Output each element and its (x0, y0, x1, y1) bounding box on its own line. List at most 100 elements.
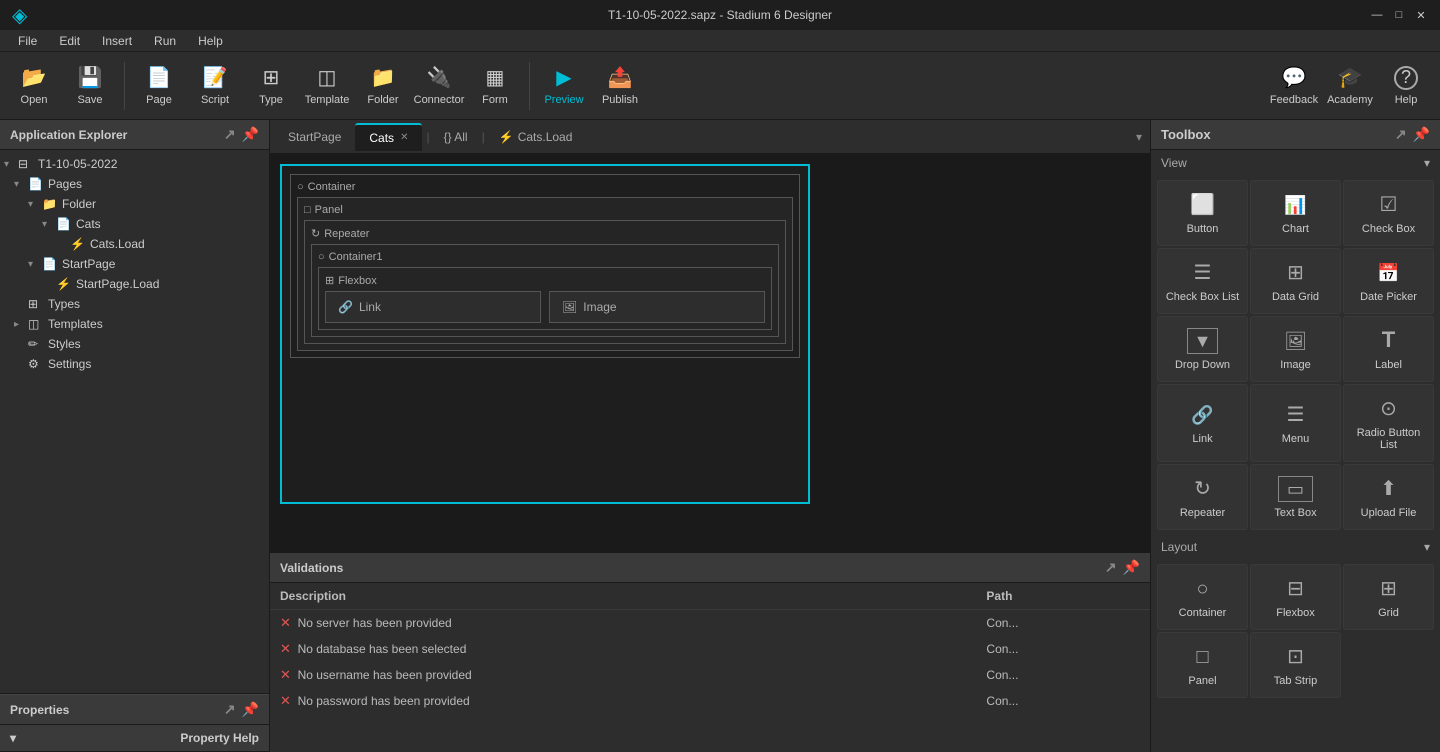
toolbox-chart[interactable]: Chart (1250, 180, 1341, 246)
menu-run[interactable]: Run (144, 32, 186, 50)
toolbox-image[interactable]: Image (1250, 316, 1341, 382)
app-explorer-header: Application Explorer ↗ 📌 (0, 120, 269, 150)
flexbox-toolbox-label: Flexbox (1276, 607, 1315, 619)
toolbar-sep2 (529, 62, 530, 110)
maximize-button[interactable]: □ (1392, 8, 1406, 22)
repeater-icon: ↻ (311, 227, 320, 240)
toolbar-folder[interactable]: 📁 Folder (357, 56, 409, 116)
tree-label-startpageload: StartPage.Load (76, 277, 159, 291)
tree-item-styles[interactable]: ✏ Styles (0, 334, 269, 354)
toolbox-flexbox[interactable]: Flexbox (1250, 564, 1341, 630)
toolbar-type[interactable]: ⊞ Type (245, 56, 297, 116)
tree-item-catsload[interactable]: ⚡ Cats.Load (0, 234, 269, 254)
toolbox-panel[interactable]: Panel (1157, 632, 1248, 698)
toolbar-help[interactable]: ? Help (1380, 56, 1432, 116)
link-icon: 🔗 (338, 300, 353, 314)
tree-item-templates[interactable]: ▸ ◫ Templates (0, 314, 269, 334)
toolbar-template[interactable]: ◫ Template (301, 56, 353, 116)
property-help-header[interactable]: ▾ Property Help (0, 725, 269, 752)
left-panel: Application Explorer ↗ 📌 ▾ ⊟ T1-10-05-20… (0, 120, 270, 752)
toolbox-section-view[interactable]: View ▾ (1151, 150, 1440, 176)
toolbar-form[interactable]: ▦ Form (469, 56, 521, 116)
toolbar-script[interactable]: 📝 Script (189, 56, 241, 116)
toolbox-tabstrip[interactable]: Tab Strip (1250, 632, 1341, 698)
toolbox-datagrid[interactable]: Data Grid (1250, 248, 1341, 314)
canvas-image[interactable]: 🖼 Image (549, 291, 765, 323)
tree-item-root[interactable]: ▾ ⊟ T1-10-05-2022 (0, 154, 269, 174)
tree-item-startpage[interactable]: ▾ 📄 StartPage (0, 254, 269, 274)
toolbar-publish[interactable]: 📤 Publish (594, 56, 646, 116)
toolbox-container[interactable]: Container (1157, 564, 1248, 630)
tree-label-folder: Folder (62, 197, 96, 211)
validations-expand-icon[interactable]: ↗ (1105, 559, 1117, 576)
toolbox-uploadfile[interactable]: Upload File (1343, 464, 1434, 530)
toolbox-pin-icon[interactable]: 📌 (1413, 126, 1430, 143)
tab-cats-close[interactable]: ✕ (400, 132, 408, 143)
toolbar-page[interactable]: 📄 Page (133, 56, 185, 116)
toolbar-connector[interactable]: 🔌 Connector (413, 56, 465, 116)
tabs-collapse-btn[interactable]: ▾ (1132, 126, 1146, 148)
toolbar-save[interactable]: 💾 Save (64, 56, 116, 116)
canvas-flexbox[interactable]: ⊞ Flexbox 🔗 Link (318, 267, 772, 330)
close-button[interactable]: ✕ (1414, 8, 1428, 22)
menu-insert[interactable]: Insert (92, 32, 142, 50)
menu-edit[interactable]: Edit (49, 32, 90, 50)
panel-label: □ Panel (304, 204, 786, 216)
toolbox-label[interactable]: Label (1343, 316, 1434, 382)
tree-item-settings[interactable]: ⚙ Settings (0, 354, 269, 374)
canvas-repeater[interactable]: ↻ Repeater ○ Container1 (304, 220, 786, 344)
canvas-link[interactable]: 🔗 Link (325, 291, 541, 323)
tab-startpage[interactable]: StartPage (274, 124, 355, 150)
toolbox-radiobtnlist[interactable]: Radio Button List (1343, 384, 1434, 462)
textbox-label: Text Box (1274, 507, 1316, 519)
toolbox-menu[interactable]: Menu (1250, 384, 1341, 462)
styles-icon: ✏ (28, 337, 44, 351)
connector-icon: 🔌 (427, 65, 452, 90)
tab-all[interactable]: {} All (434, 126, 478, 148)
toolbox-link[interactable]: Link (1157, 384, 1248, 462)
menu-help[interactable]: Help (188, 32, 233, 50)
toolbox-grid[interactable]: Grid (1343, 564, 1434, 630)
tree-item-types[interactable]: ⊞ Types (0, 294, 269, 314)
radiobtnlist-label: Radio Button List (1348, 427, 1429, 451)
properties-pin-icon[interactable]: 📌 (242, 701, 259, 718)
tree-label-settings: Settings (48, 357, 91, 371)
menu-file[interactable]: File (8, 32, 47, 50)
toolbox-dropdown[interactable]: Drop Down (1157, 316, 1248, 382)
toolbar-template-label: Template (305, 94, 350, 106)
tree-item-pages[interactable]: ▾ 📄 Pages (0, 174, 269, 194)
uploadfile-icon (1380, 475, 1397, 501)
canvas-container1[interactable]: ○ Container1 ⊞ Flexbox (311, 244, 779, 337)
toolbox-checkbox[interactable]: Check Box (1343, 180, 1434, 246)
toolbar-feedback[interactable]: 💬 Feedback (1268, 56, 1320, 116)
toolbar-right: 💬 Feedback 🎓 Academy ? Help (1268, 56, 1432, 116)
toolbar-open[interactable]: 📂 Open (8, 56, 60, 116)
toolbar-preview[interactable]: ▶ Preview (538, 56, 590, 116)
toolbox-expand-icon[interactable]: ↗ (1395, 126, 1407, 143)
app-explorer-pin-icon[interactable]: 📌 (242, 126, 259, 143)
button-icon (1190, 191, 1215, 217)
toolbox-button[interactable]: Button (1157, 180, 1248, 246)
toolbox-repeater[interactable]: Repeater (1157, 464, 1248, 530)
toolbox-checkboxlist[interactable]: Check Box List (1157, 248, 1248, 314)
toolbox-textbox[interactable]: Text Box (1250, 464, 1341, 530)
tree-item-cats[interactable]: ▾ 📄 Cats (0, 214, 269, 234)
app-explorer-expand-icon[interactable]: ↗ (224, 126, 236, 143)
tab-catsload[interactable]: ⚡ Cats.Load (489, 126, 583, 148)
validations-pin-icon[interactable]: 📌 (1123, 559, 1140, 576)
canvas-panel[interactable]: □ Panel ↻ Repeater ○ (297, 197, 793, 351)
tree-item-startpageload[interactable]: ⚡ StartPage.Load (0, 274, 269, 294)
tree-label-root: T1-10-05-2022 (38, 157, 117, 171)
col-path: Path (976, 583, 1150, 610)
toolbox-datepicker[interactable]: Date Picker (1343, 248, 1434, 314)
toolbox-section-layout[interactable]: Layout ▾ (1151, 534, 1440, 560)
tree-container: ▾ ⊟ T1-10-05-2022 ▾ 📄 Pages ▾ 📁 Folder ▾… (0, 150, 269, 693)
toolbar-publish-label: Publish (602, 94, 638, 106)
toolbar-academy[interactable]: 🎓 Academy (1324, 56, 1376, 116)
tree-item-folder[interactable]: ▾ 📁 Folder (0, 194, 269, 214)
title-bar: ◈ T1-10-05-2022.sapz - Stadium 6 Designe… (0, 0, 1440, 30)
properties-expand-icon[interactable]: ↗ (224, 701, 236, 718)
tab-cats[interactable]: Cats ✕ (355, 123, 422, 151)
canvas-container[interactable]: ○ Container □ Panel ↻ Repeat (290, 174, 800, 358)
minimize-button[interactable]: — (1370, 8, 1384, 22)
